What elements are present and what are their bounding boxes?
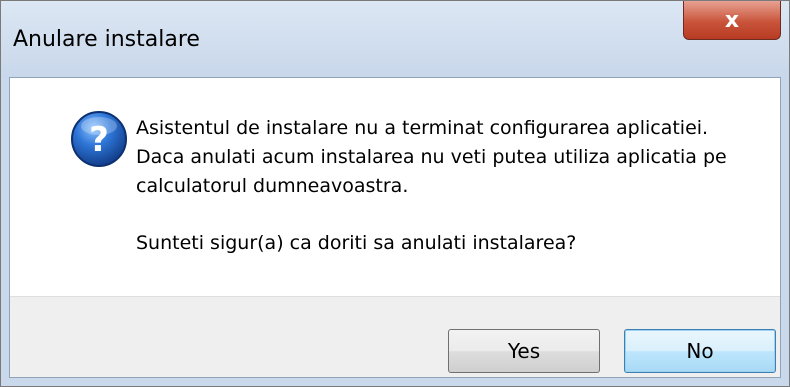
title-bar[interactable]: Anulare instalare x xyxy=(1,1,789,77)
dialog-body: ? Asistentul de instalare nu a terminat … xyxy=(9,77,781,378)
yes-button[interactable]: Yes xyxy=(448,329,600,373)
close-icon: x xyxy=(724,7,740,33)
message-line: Daca anulati acum instalarea nu veti put… xyxy=(136,146,727,168)
window-title: Anulare instalare xyxy=(13,27,200,52)
dialog-message: Asistentul de instalare nu a terminat co… xyxy=(136,114,776,258)
no-button[interactable]: No xyxy=(624,329,776,373)
close-button[interactable]: x xyxy=(683,1,781,40)
message-area: ? Asistentul de instalare nu a terminat … xyxy=(10,78,780,296)
message-line: Asistentul de instalare nu a terminat co… xyxy=(136,117,709,139)
confirm-question: Sunteti sigur(a) ca doriti sa anulati in… xyxy=(136,232,577,254)
message-line: calculatorul dumneavoastra. xyxy=(136,175,409,197)
dialog-window: Anulare instalare x ? Asistentul de inst… xyxy=(0,0,790,387)
svg-text:?: ? xyxy=(89,120,109,160)
button-bar: Yes No xyxy=(10,296,780,377)
question-icon: ? xyxy=(71,111,127,167)
